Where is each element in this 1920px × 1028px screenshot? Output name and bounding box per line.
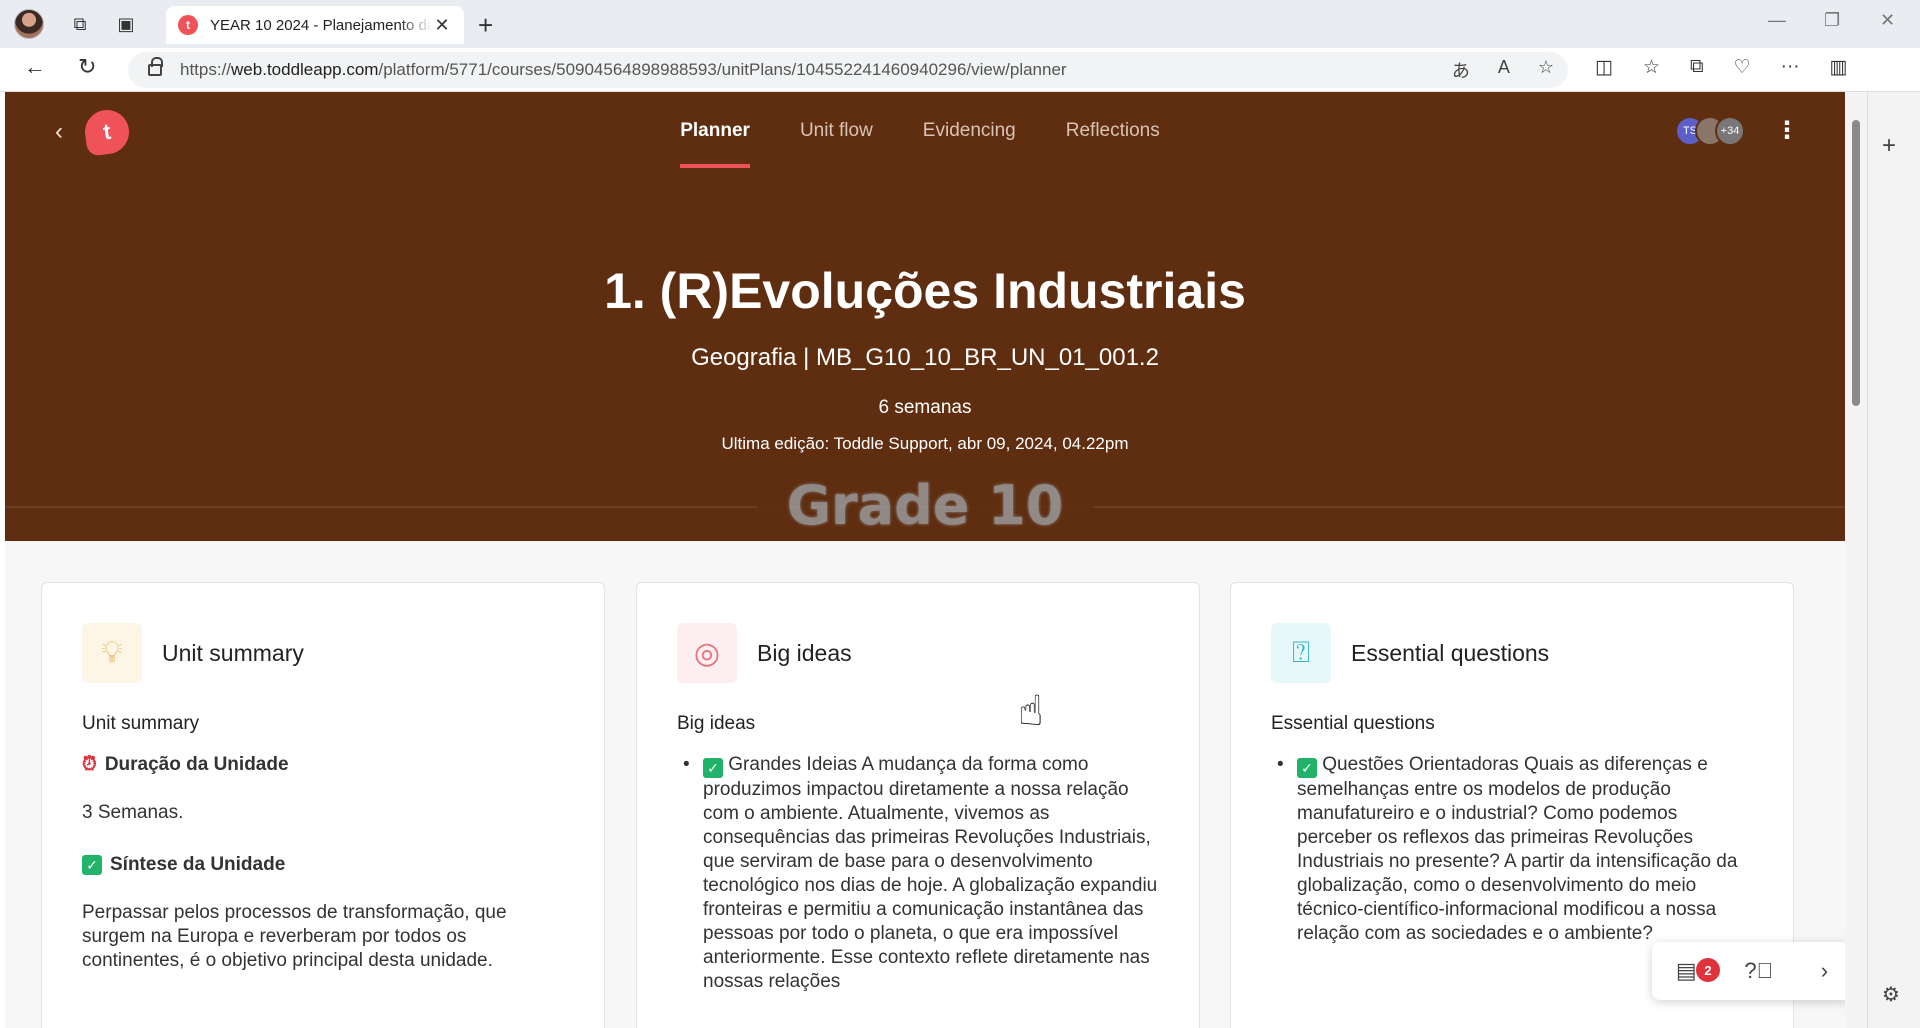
close-window-icon[interactable]: ✕ [1880,10,1895,31]
chevron-right-icon[interactable]: › [1821,958,1828,984]
checkbox-icon: ✓ [703,758,723,778]
split-screen-icon[interactable]: ◫ [1595,56,1613,79]
collaborators-avatars[interactable]: TS +34 [1675,116,1745,146]
target-icon: ◎ [677,623,737,683]
profile-avatar[interactable] [14,9,44,39]
close-tab-icon[interactable]: ✕ [432,15,452,36]
refresh-icon[interactable]: ↻ [78,54,96,80]
more-menu-icon[interactable]: ··· [1781,56,1800,79]
big-ideas-card[interactable]: ◎ Big ideas Big ideas ✓ Grandes Ideias A… [636,582,1200,1028]
synthesis-text: Perpassar pelos processos de transformaç… [82,902,507,971]
settings-gear-icon[interactable]: ⚙ [1882,982,1900,1007]
card-field-label: Unit summary [82,713,200,734]
collections-icon[interactable]: ⧉ [1690,56,1704,79]
sidebar-toggle-icon[interactable]: ▥ [1830,56,1848,79]
unit-header: ‹ t Planner Unit flow Evidencing Reflect… [5,92,1845,541]
url-field[interactable]: https://web.toddleapp.com/platform/5771/… [128,52,1568,88]
collaborators-more-badge: +34 [1715,116,1745,146]
duration-heading: ⏰︎ Duração da Unidade [82,754,289,775]
back-arrow-icon[interactable]: ← [24,54,46,80]
lock-icon[interactable] [148,57,163,76]
unit-title: 1. (R)Evoluções Industriais [604,263,1246,319]
workspaces-icon[interactable]: ⧉ [64,8,96,40]
help-icon[interactable]: ?⃝ [1744,958,1773,984]
toddle-favicon-icon: t [178,15,198,35]
new-tab-icon[interactable]: + [478,10,493,41]
comments-icon[interactable]: ▤ [1676,958,1697,984]
card-title: Big ideas [757,639,852,666]
read-aloud-icon[interactable]: A [1498,57,1510,83]
add-sidebar-icon[interactable]: + [1882,132,1896,160]
card-field-label: Big ideas [677,713,756,734]
alarm-clock-icon: ⏰︎ [82,754,97,775]
tab-planner[interactable]: Planner [680,120,750,168]
comment-count-badge: 2 [1696,958,1720,982]
question-bubble-icon: ⍰ [1271,623,1331,683]
last-edited: Ultima edição: Toddle Support, abr 09, 2… [721,434,1129,453]
tab-unit-flow[interactable]: Unit flow [800,120,873,168]
tab-actions-icon[interactable]: ▣ [110,8,142,40]
tab-title: YEAR 10 2024 - Planejamento da [210,16,432,34]
planner-tabs: Planner Unit flow Evidencing Reflections [5,120,1845,168]
tab-evidencing[interactable]: Evidencing [923,120,1016,168]
hand-cursor-icon: ☝︎ [1018,687,1044,734]
card-title: Unit summary [162,639,304,666]
health-icon[interactable]: ♡ [1734,56,1751,79]
grade-watermark: Grade 10 [5,474,1845,537]
browser-tab-active[interactable]: t YEAR 10 2024 - Planejamento da ✕ [166,6,464,44]
duration-value: 3 Semanas. [82,802,184,823]
unit-summary-card[interactable]: 💡︎ Unit summary Unit summary ⏰︎ Duração d… [41,582,605,1028]
list-item: ✓ Grandes Ideias A mudança da forma como… [677,753,1159,994]
floating-action-bar: ▤ ?⃝ › 2 [1652,942,1852,1000]
scrollbar-thumb[interactable] [1852,120,1860,406]
translate-icon[interactable]: あ [1452,57,1470,83]
tab-reflections[interactable]: Reflections [1066,120,1160,168]
minimize-icon[interactable]: — [1768,10,1786,31]
browser-sidebar: + ⚙ [1867,92,1920,1028]
checkbox-icon: ✓ [1297,758,1317,778]
unit-duration: 6 semanas [878,397,972,418]
card-title: Essential questions [1351,639,1550,666]
restore-icon[interactable]: ❐ [1824,10,1840,31]
more-options-icon[interactable]: ⋮ [1775,116,1799,145]
synthesis-heading: ✓ Síntese da Unidade [82,853,564,877]
unit-subject-code: Geografia | MB_G10_10_BR_UN_01_001.2 [691,344,1159,371]
list-item: ✓ Questões Orientadoras Quais as diferen… [1271,753,1753,946]
checkbox-icon: ✓ [82,855,102,875]
lightbulb-icon: 💡︎ [82,623,142,683]
url-text[interactable]: https://web.toddleapp.com/platform/5771/… [180,60,1067,80]
card-field-label: Essential questions [1271,713,1435,734]
address-bar-row: ← ↻ https://web.toddleapp.com/platform/5… [0,48,1920,92]
favorites-icon[interactable]: ☆ [1643,56,1660,79]
favorite-star-icon[interactable]: ☆ [1538,57,1554,83]
page-content: ‹ t Planner Unit flow Evidencing Reflect… [5,92,1845,1028]
